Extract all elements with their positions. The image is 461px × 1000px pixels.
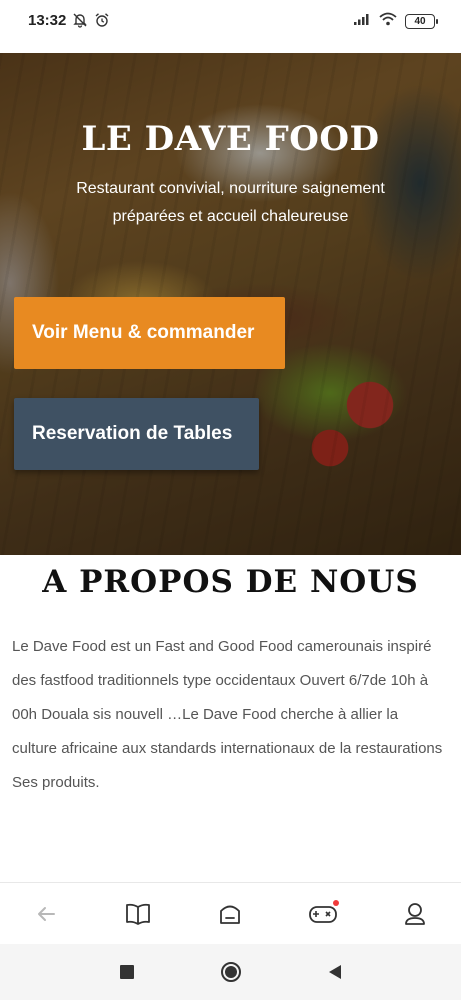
back-arrow-icon[interactable]	[26, 894, 66, 934]
status-time: 13:32	[28, 12, 67, 29]
system-nav-bar	[0, 944, 461, 1000]
browser-bottom-nav	[0, 882, 461, 944]
battery-indicator: 40	[405, 14, 438, 29]
gamepad-icon[interactable]	[303, 894, 343, 934]
hero-subtitle: Restaurant convivial, nourriture saignem…	[76, 180, 385, 225]
about-text: Le Dave Food est un Fast and Good Food c…	[12, 638, 443, 791]
wifi-icon	[379, 12, 397, 31]
home-circle-icon[interactable]	[219, 960, 243, 984]
view-menu-order-button[interactable]: Voir Menu & commander	[14, 297, 285, 369]
hero-section: LE DAVE FOOD Restaurant convivial, nourr…	[0, 53, 461, 555]
back-triangle-icon[interactable]	[323, 960, 347, 984]
signal-icon	[353, 12, 371, 31]
home-icon[interactable]	[210, 894, 250, 934]
book-icon[interactable]	[118, 894, 158, 934]
status-bar: 13:32 40	[0, 0, 461, 48]
profile-icon[interactable]	[395, 894, 435, 934]
table-reservation-button[interactable]: Reservation de Tables	[14, 398, 259, 470]
about-title: A PROPOS DE NOUS	[42, 564, 419, 600]
alarm-icon	[94, 12, 110, 33]
notification-dot	[332, 899, 339, 906]
notifications-muted-icon	[72, 12, 88, 33]
recents-square-icon[interactable]	[115, 960, 139, 984]
hero-title: LE DAVE FOOD	[81, 119, 380, 159]
